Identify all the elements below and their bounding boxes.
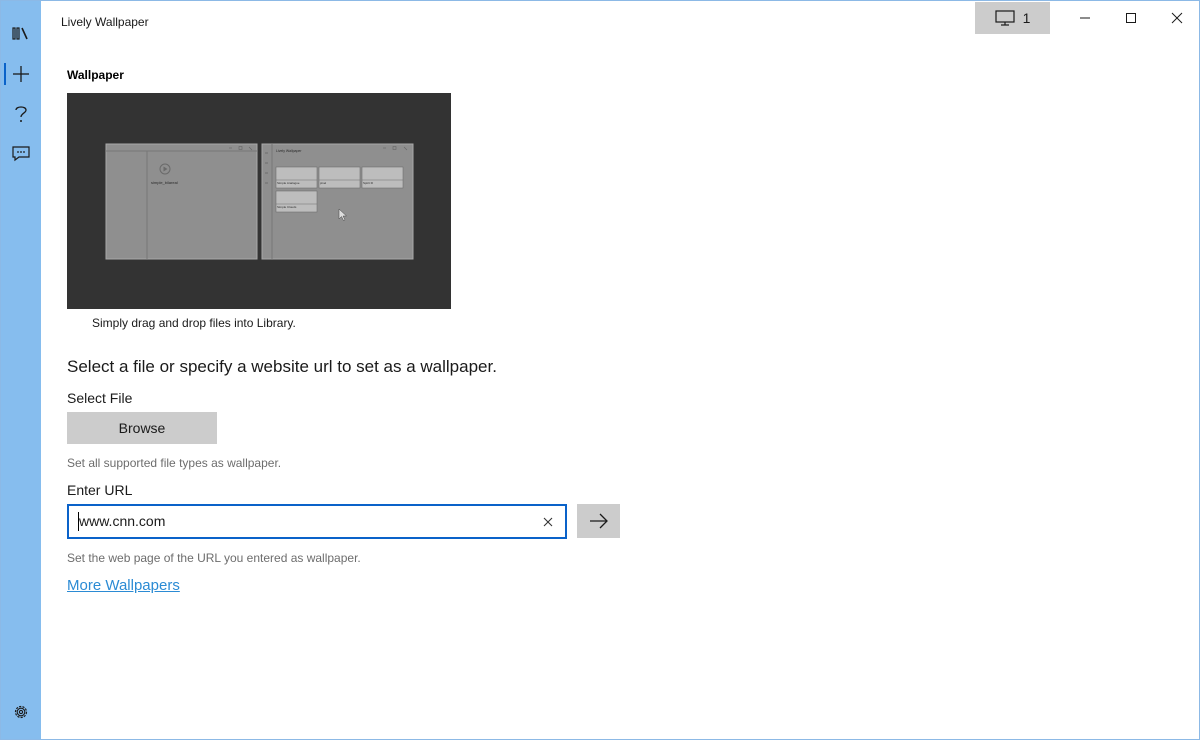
help-icon: [15, 106, 27, 122]
arrow-right-icon: [589, 513, 608, 529]
rail-item-settings[interactable]: [1, 692, 41, 732]
enter-url-label: Enter URL: [67, 482, 133, 498]
monitor-select-button[interactable]: 1: [975, 2, 1050, 34]
select-file-label: Select File: [67, 390, 133, 406]
preview-tile-label: Spirit III: [363, 181, 373, 185]
monitor-count: 1: [1022, 10, 1031, 26]
maximize-button[interactable]: [1108, 2, 1154, 34]
minimize-button[interactable]: [1062, 2, 1108, 34]
maximize-icon: [1126, 13, 1136, 23]
gear-icon: [14, 705, 28, 719]
url-input-value: www.cnn.com: [79, 513, 166, 529]
preview-tile-label: pixel: [320, 181, 327, 185]
plus-icon: [13, 66, 29, 82]
rail-item-feedback[interactable]: [1, 134, 41, 174]
preview-tile-label: Simple Clouds: [277, 205, 297, 209]
preview-caption: Simply drag and drop files into Library.: [92, 316, 296, 330]
page-headline: Select a file or specify a website url t…: [67, 357, 497, 376]
window-title: Lively Wallpaper: [61, 15, 149, 29]
monitor-icon: [994, 10, 1015, 26]
close-icon: [543, 517, 553, 527]
minimize-icon: [1080, 17, 1090, 19]
close-button[interactable]: [1154, 2, 1200, 34]
preview-illustration: simple_bilareal Lively Wallpaper Simple …: [105, 143, 414, 260]
wallpaper-preview: simple_bilareal Lively Wallpaper Simple …: [67, 93, 451, 309]
url-hint: Set the web page of the URL you entered …: [67, 551, 361, 565]
url-input[interactable]: www.cnn.com: [67, 504, 567, 539]
more-wallpapers-link[interactable]: More Wallpapers: [67, 577, 180, 594]
feedback-icon: [12, 146, 30, 162]
close-icon: [1171, 12, 1183, 24]
rail-item-add[interactable]: [1, 54, 41, 94]
set-url-button[interactable]: [577, 504, 620, 538]
clear-url-button[interactable]: [537, 511, 559, 533]
preview-tile-label: Simple Analogue: [277, 181, 300, 185]
rail-item-library[interactable]: [1, 13, 41, 53]
library-icon: [12, 27, 28, 40]
preview-right-title: Lively Wallpaper: [276, 149, 302, 153]
browse-button[interactable]: Browse: [67, 412, 217, 444]
nav-rail: [1, 1, 41, 739]
rail-item-help[interactable]: [1, 94, 41, 134]
preview-left-label: simple_bilareal: [151, 180, 178, 185]
app-window: Lively Wallpaper 1 Wallpaper simple_bila…: [0, 0, 1200, 740]
browse-button-label: Browse: [118, 420, 166, 436]
section-title: Wallpaper: [67, 68, 124, 82]
browse-hint: Set all supported file types as wallpape…: [67, 456, 282, 470]
